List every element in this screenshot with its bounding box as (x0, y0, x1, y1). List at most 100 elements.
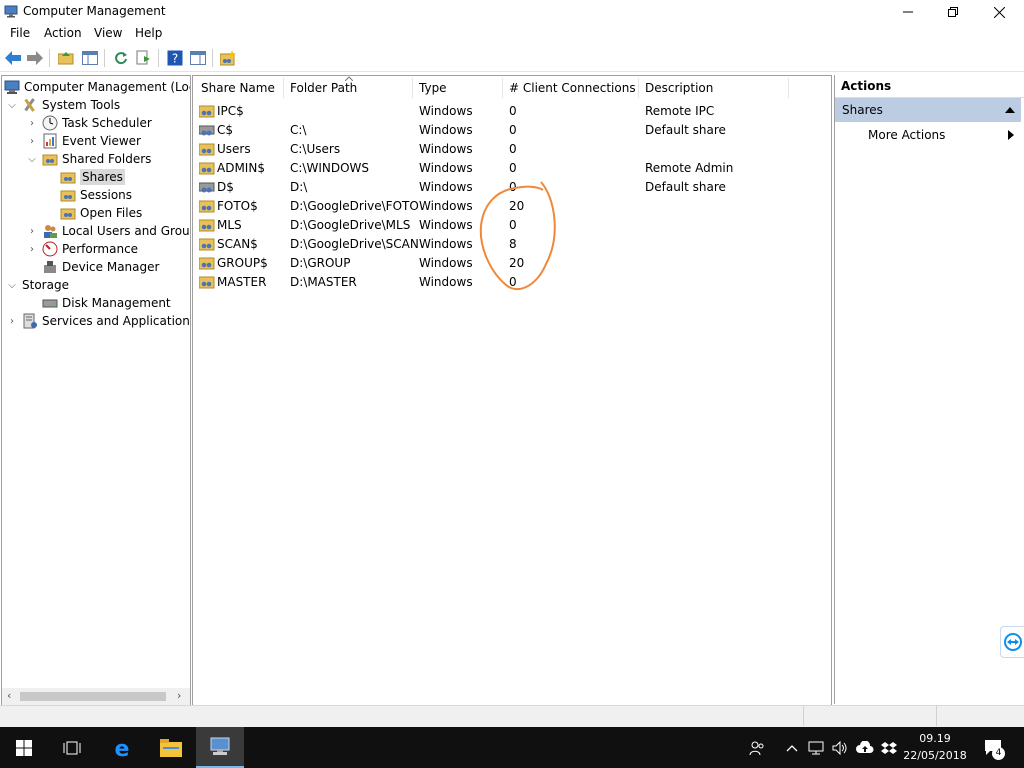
column-type[interactable]: Type (419, 81, 447, 95)
task-view-icon (63, 741, 81, 754)
show-hide-console-tree-button[interactable] (81, 49, 99, 67)
actions-section-label: Shares (842, 103, 883, 117)
tree-item-event-viewer[interactable]: › Event Viewer (26, 132, 141, 150)
disk-icon (42, 295, 58, 311)
edge-taskbar-button[interactable]: e (98, 727, 146, 768)
submenu-arrow-icon (1008, 130, 1014, 140)
toolbar: ? (0, 45, 1024, 72)
chevron-right-icon[interactable]: › (26, 136, 38, 147)
column-client-connections[interactable]: # Client Connections (509, 81, 636, 95)
chevron-down-icon[interactable]: ⌵ (6, 100, 18, 111)
volume-button[interactable] (830, 727, 850, 768)
chevron-right-icon[interactable]: › (26, 226, 38, 237)
show-hide-action-pane-button[interactable] (189, 49, 207, 67)
restore-button[interactable] (930, 0, 976, 24)
column-share-name[interactable]: Share Name (201, 81, 275, 95)
computer-management-taskbar-button[interactable] (196, 727, 244, 768)
network-button[interactable] (806, 727, 826, 768)
chevron-down-icon[interactable]: ⌵ (26, 154, 38, 165)
chevron-down-icon[interactable]: ⌵ (6, 280, 18, 291)
chevron-right-icon[interactable]: › (26, 244, 38, 255)
start-button[interactable] (0, 727, 48, 768)
cell-folder-path: D:\GoogleDrive\MLS (290, 218, 411, 232)
chevron-right-icon[interactable]: › (26, 118, 38, 129)
tree-item-storage[interactable]: ⌵ Storage (6, 276, 69, 294)
teamviewer-icon (1004, 633, 1022, 651)
cell-share-name: ADMIN$ (217, 161, 265, 175)
tree-label: Services and Applications (42, 314, 191, 328)
chevron-right-icon[interactable]: › (6, 316, 18, 327)
show-hidden-icons-button[interactable] (782, 727, 802, 768)
tree-label: Computer Management (Local (24, 80, 191, 94)
tree-item-sessions[interactable]: Sessions (60, 186, 132, 204)
column-divider[interactable] (788, 78, 789, 98)
up-one-level-button[interactable] (57, 49, 75, 67)
close-icon (993, 6, 1005, 18)
tree-item-performance[interactable]: › Performance (26, 240, 138, 258)
cell-folder-path: C:\ (290, 123, 307, 137)
tree-item-system-tools[interactable]: ⌵ System Tools (6, 96, 120, 114)
tree-item-shared-folders[interactable]: ⌵ Shared Folders (26, 150, 151, 168)
actions-section-shares[interactable]: Shares (835, 98, 1021, 122)
tree-label: Local Users and Groups (62, 224, 191, 238)
cell-folder-path: D:\GROUP (290, 256, 351, 270)
collapse-up-icon[interactable] (1005, 107, 1015, 113)
list-header: Share Name Folder Path Type # Client Con… (193, 76, 831, 100)
tree-item-local-users[interactable]: › Local Users and Groups (26, 222, 191, 240)
export-list-button[interactable] (135, 49, 153, 67)
column-description[interactable]: Description (645, 81, 713, 95)
new-share-button[interactable] (219, 49, 237, 67)
task-view-button[interactable] (48, 727, 96, 768)
menu-view[interactable]: View (94, 26, 122, 40)
file-explorer-taskbar-button[interactable] (147, 727, 195, 768)
dropbox-button[interactable] (878, 727, 900, 768)
table-row[interactable]: IPC$ Windows 0 Remote IPC (193, 102, 793, 121)
column-folder-path[interactable]: Folder Path (290, 81, 357, 95)
tree-item-computer-management[interactable]: Computer Management (Local (4, 78, 191, 96)
table-row[interactable]: C$ C:\ Windows 0 Default share (193, 121, 793, 140)
svg-text:e: e (115, 737, 130, 759)
tree-item-device-manager[interactable]: Device Manager (42, 258, 159, 276)
speaker-icon (832, 740, 847, 755)
column-divider[interactable] (502, 78, 503, 98)
help-button[interactable]: ? (166, 49, 184, 67)
teamviewer-tab[interactable] (1000, 626, 1024, 658)
menu-help[interactable]: Help (135, 26, 162, 40)
notification-count-badge: 4 (992, 747, 1005, 760)
tree-item-shares[interactable]: Shares (60, 168, 125, 186)
tree-item-open-files[interactable]: Open Files (60, 204, 142, 222)
clock-date[interactable]: 22/05/2018 (900, 749, 970, 762)
tree-item-services-applications[interactable]: › Services and Applications (6, 312, 191, 330)
clock-time[interactable]: 09.19 (900, 732, 970, 745)
cell-type: Windows (419, 199, 473, 213)
column-divider[interactable] (283, 78, 284, 98)
event-viewer-icon (42, 133, 58, 149)
cell-description: Remote IPC (645, 104, 715, 118)
onedrive-button[interactable] (854, 727, 876, 768)
close-button[interactable] (976, 0, 1022, 24)
column-divider[interactable] (412, 78, 413, 98)
people-button[interactable] (745, 727, 769, 768)
horizontal-scrollbar[interactable]: ‹ › (2, 688, 190, 705)
forward-button[interactable] (26, 49, 44, 67)
scrollbar-thumb[interactable] (20, 692, 166, 701)
cell-share-name: Users (217, 142, 251, 156)
action-center-button[interactable]: 4 (978, 727, 1010, 768)
tree-item-disk-management[interactable]: Disk Management (42, 294, 171, 312)
scroll-right-icon[interactable]: › (177, 689, 181, 702)
scroll-left-icon[interactable]: ‹ (7, 689, 11, 702)
cell-client-connections: 0 (509, 104, 517, 118)
tree-label: Event Viewer (62, 134, 141, 148)
action-more-actions[interactable]: More Actions (835, 125, 1021, 145)
refresh-button[interactable] (112, 49, 130, 67)
cell-share-name: FOTO$ (217, 199, 258, 213)
column-divider[interactable] (638, 78, 639, 98)
table-row[interactable]: Users C:\Users Windows 0 (193, 140, 793, 159)
tree-item-task-scheduler[interactable]: › Task Scheduler (26, 114, 152, 132)
back-button[interactable] (4, 49, 22, 67)
cell-share-name: SCAN$ (217, 237, 258, 251)
menu-action[interactable]: Action (44, 26, 82, 40)
minimize-button[interactable] (885, 0, 931, 24)
help-icon: ? (167, 50, 183, 66)
menu-file[interactable]: File (10, 26, 30, 40)
